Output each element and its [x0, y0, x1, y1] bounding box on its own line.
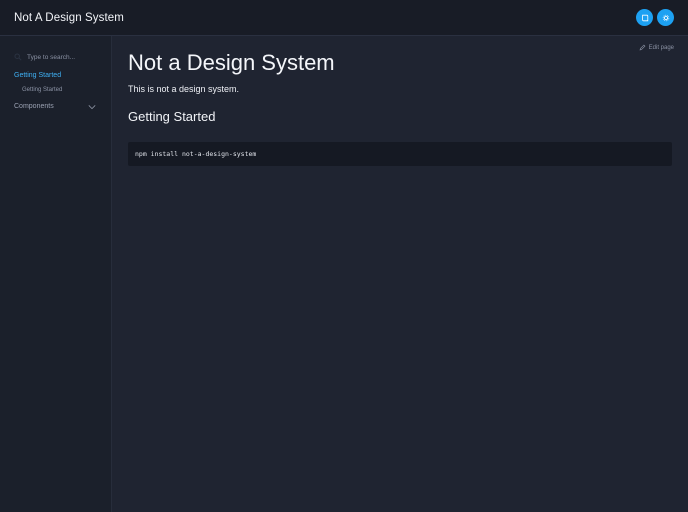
top-header: Not A Design System: [0, 0, 688, 36]
brand-title[interactable]: Not A Design System: [14, 12, 124, 24]
sidebar-item-getting-started[interactable]: Getting Started: [22, 87, 62, 93]
search-box: [14, 50, 104, 64]
search-input[interactable]: [27, 51, 103, 63]
pencil-icon: [639, 44, 646, 51]
book-button[interactable]: [636, 9, 653, 26]
sidebar-section-label: Components: [14, 103, 54, 110]
section-heading: Getting Started: [128, 109, 216, 124]
header-actions: [636, 9, 674, 26]
settings-icon: [662, 14, 669, 21]
sidebar-section-getting-started[interactable]: Getting Started: [14, 72, 61, 79]
chevron-down-icon: [88, 104, 96, 109]
code-block: npm install not-a-design-system: [128, 142, 672, 166]
sidebar-section-components[interactable]: Components: [14, 103, 96, 110]
intro-text: This is not a design system.: [128, 84, 240, 94]
book-icon: [641, 14, 648, 21]
install-command: npm install not-a-design-system: [135, 150, 257, 158]
settings-button[interactable]: [657, 9, 674, 26]
page-title: Not a Design System: [128, 50, 335, 75]
main-content: Edit page Not a Design System This is no…: [112, 36, 688, 512]
app-root: Not A Design System Getting Star: [0, 0, 688, 512]
edit-page-label: Edit page: [648, 44, 674, 51]
edit-page-link[interactable]: Edit page: [639, 44, 674, 51]
search-icon: [14, 53, 22, 61]
sidebar: Getting Started Getting Started Componen…: [0, 36, 112, 512]
